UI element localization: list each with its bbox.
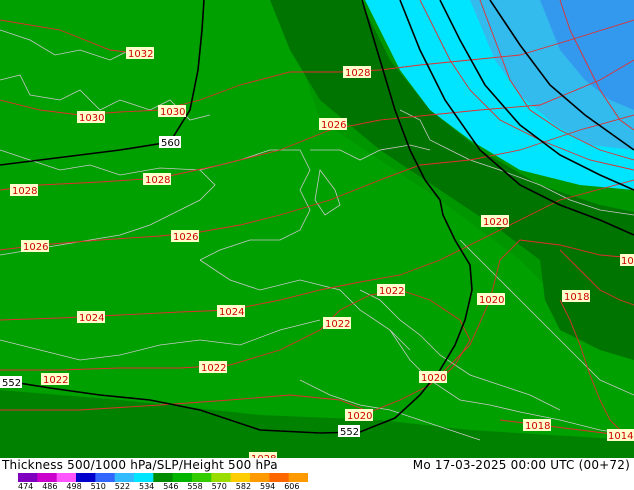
svg-text:1018: 1018 [564, 292, 589, 303]
scale-swatch [211, 473, 232, 482]
synoptic-map: 1032 1030 1030 1028 1028 1028 1026 1026 … [0, 0, 634, 458]
scale-tick-label: 558 [187, 482, 203, 490]
scale-swatch [250, 473, 270, 482]
map-footer: Thickness 500/1000 hPa/SLP/Height 500 hP… [0, 458, 634, 490]
scale-swatch [95, 473, 116, 482]
isobar-label: 1024 [77, 311, 105, 324]
isobar-label: 1022 [199, 361, 227, 374]
scale-swatch [172, 473, 193, 482]
scale-swatch [18, 473, 38, 482]
scale-tick-label: 594 [260, 482, 276, 490]
svg-text:1030: 1030 [160, 107, 185, 118]
svg-text:1028: 1028 [145, 175, 170, 186]
svg-text:1016: 1016 [621, 256, 634, 267]
scale-swatch [37, 473, 58, 482]
svg-text:1028: 1028 [12, 186, 37, 197]
isobar-label: 1016 [620, 254, 634, 267]
svg-text:1022: 1022 [43, 375, 68, 386]
svg-text:1020: 1020 [347, 411, 372, 422]
scale-tick-label: 570 [211, 482, 227, 490]
isobar-label: 1030 [158, 105, 186, 118]
svg-text:552: 552 [2, 378, 21, 389]
isobar-label: 1022 [41, 373, 69, 386]
svg-text:1026: 1026 [173, 232, 198, 243]
scale-tick-label: 606 [284, 482, 300, 490]
scale-tick-label: 582 [235, 482, 252, 490]
thickness-color-scale [18, 473, 308, 482]
scale-swatch [230, 473, 251, 482]
svg-text:552: 552 [340, 427, 359, 438]
svg-text:1028: 1028 [345, 68, 370, 79]
svg-text:1032: 1032 [128, 49, 153, 60]
height-label: 560 [159, 136, 181, 149]
svg-text:1022: 1022 [201, 363, 226, 374]
svg-text:560: 560 [161, 138, 180, 149]
scale-swatch [269, 473, 290, 482]
isobar-label: 1026 [21, 240, 49, 253]
scale-tick-labels: 474 486 498 510 522 534 546 558 570 582 594 606 [0, 482, 330, 490]
scale-swatch [56, 473, 77, 482]
isobar-label: 1024 [217, 305, 245, 318]
scale-swatch [192, 473, 212, 482]
svg-text:1026: 1026 [321, 120, 346, 131]
isobar-label: 1030 [77, 111, 105, 124]
svg-text:1022: 1022 [379, 286, 404, 297]
isobar-label: 1022 [377, 284, 405, 297]
height-label: 552 [0, 376, 22, 389]
scale-tick-label: 486 [42, 482, 58, 490]
svg-text:1018: 1018 [525, 421, 550, 432]
valid-time: Mo 17-03-2025 00:00 UTC (00+72) [412, 458, 630, 472]
isobar-label: 1020 [419, 371, 447, 384]
scale-tick-label: 522 [114, 482, 131, 490]
isobar-label: 1018 [523, 419, 551, 432]
map-title: Thickness 500/1000 hPa/SLP/Height 500 hP… [2, 458, 278, 472]
isobar-label: 1018 [562, 290, 590, 303]
scale-swatch [134, 473, 154, 482]
isobar-label: 1020 [477, 293, 505, 306]
scale-tick-label: 546 [163, 482, 179, 490]
svg-text:1024: 1024 [79, 313, 104, 324]
scale-swatch [114, 473, 135, 482]
isobar-label: 1020 [481, 215, 509, 228]
weather-map-window: 1032 1030 1030 1028 1028 1028 1026 1026 … [0, 0, 634, 490]
svg-text:1030: 1030 [79, 113, 104, 124]
svg-text:1026: 1026 [23, 242, 48, 253]
scale-swatch [153, 473, 174, 482]
isobar-label: 1020 [345, 409, 373, 422]
svg-text:1020: 1020 [479, 295, 504, 306]
scale-swatch [76, 473, 96, 482]
scale-tick-label: 510 [90, 482, 106, 490]
scale-tick-label: 474 [18, 482, 34, 490]
isobar-label: 1026 [319, 118, 347, 131]
svg-text:1020: 1020 [421, 373, 446, 384]
isobar-label: 1028 [343, 66, 371, 79]
isobar-label: 1026 [171, 230, 199, 243]
svg-text:1014: 1014 [608, 431, 633, 442]
isobar-label: 1028 [10, 184, 38, 197]
height-label: 552 [338, 425, 360, 438]
svg-text:1024: 1024 [219, 307, 244, 318]
scale-tick-label: 534 [139, 482, 155, 490]
svg-text:1022: 1022 [325, 319, 350, 330]
scale-tick-label: 498 [66, 482, 82, 490]
isobar-label: 1014 [607, 429, 634, 442]
svg-text:1020: 1020 [483, 217, 508, 228]
isobar-label: 1022 [323, 317, 351, 330]
scale-swatch [288, 473, 308, 482]
isobar-label: 1032 [126, 47, 154, 60]
isobar-label: 1028 [143, 173, 171, 186]
